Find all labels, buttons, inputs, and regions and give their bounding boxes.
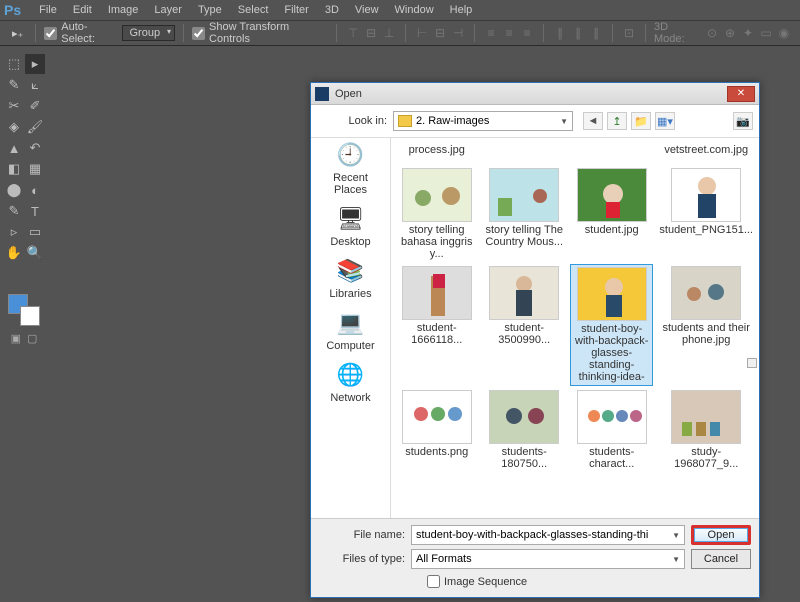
open-dialog: Open ✕ Look in: 2. Raw-images ▼ ◄ ↥ 📁 ▦▾… [310,82,760,598]
dialog-titlebar[interactable]: Open ✕ [311,83,759,105]
background-swatch[interactable] [20,306,40,326]
nav-newfolder-icon[interactable]: 📁 [631,112,651,130]
place-recent[interactable]: 🕘Recent Places [316,140,386,196]
filename-input[interactable]: student-boy-with-backpack-glasses-standi… [411,525,685,545]
mode-icons[interactable]: ⊙⊕✦▭◉ [704,25,792,41]
lookin-row: Look in: 2. Raw-images ▼ ◄ ↥ 📁 ▦▾ 📷 [311,105,759,138]
file-item[interactable]: student-1666118... [395,264,478,386]
dialog-title: Open [335,88,362,100]
file-item[interactable]: student.jpg [570,166,653,262]
ps-logo: Ps [4,2,21,18]
menubar: Ps File Edit Image Layer Type Select Fil… [0,0,800,20]
auto-select-combo[interactable]: Group [122,25,175,41]
color-swatches[interactable] [2,290,46,328]
tool-history[interactable]: ↶ [25,138,45,158]
tool-pen[interactable]: ✎ [4,201,24,221]
filetype-input[interactable]: All Formats▼ [411,549,685,569]
tool-heal[interactable]: ◈ [4,117,24,137]
file-item[interactable]: students-charact... [570,388,653,472]
place-network[interactable]: 🌐Network [316,360,386,404]
file-item [570,142,653,164]
auto-select-check[interactable]: Auto-Select: [44,21,118,45]
folder-combo[interactable]: 2. Raw-images ▼ [393,111,573,131]
distribute-group-3[interactable]: ⊡ [621,25,637,41]
tool-lasso[interactable]: ✎ [4,75,24,95]
tool-blur[interactable]: ⬤ [4,180,24,200]
menu-select[interactable]: Select [230,2,277,18]
places-bar: 🕘Recent Places 🖥Desktop 📚Libraries 💻Comp… [311,138,391,518]
place-computer[interactable]: 💻Computer [316,308,386,352]
move-tool-icon[interactable]: ▸₊ [8,23,27,43]
tool-stamp[interactable]: ▲ [4,138,24,158]
file-item[interactable]: student_PNG151... [657,166,755,262]
lookin-label: Look in: [317,115,387,127]
nav-back-icon[interactable]: ◄ [583,112,603,130]
menu-filter[interactable]: Filter [276,2,316,18]
ps-small-icon [315,87,329,101]
file-item[interactable]: story telling The Country Mous... [482,166,565,262]
file-item[interactable]: students-180750... [482,388,565,472]
tool-eyedropper[interactable]: ✐ [25,96,45,116]
tool-eraser[interactable]: ◧ [4,159,24,179]
distribute-group-1[interactable]: ≡≡≡ [483,25,535,41]
file-item-selected[interactable]: student-boy-with-backpack-glasses-standi… [570,264,653,386]
file-item[interactable]: student-3500990... [482,264,565,386]
menu-file[interactable]: File [31,2,65,18]
file-item[interactable]: vetstreet.com.jpg [657,142,755,164]
file-item [482,142,565,164]
mode-label: 3D Mode: [654,21,700,45]
close-button[interactable]: ✕ [727,86,755,102]
toolbar: ⬚ ▸ ✎ ⟀ ✂ ✐ ◈ 🖌 ▲ ↶ ◧ ▦ ⬤ ◐ ✎ T ▹ ▭ ✋ 🔍 [2,52,46,265]
folder-icon [398,115,412,127]
tool-type[interactable]: T [25,201,45,221]
cancel-button[interactable]: Cancel [691,549,751,569]
open-button[interactable]: Open [691,525,751,545]
menu-view[interactable]: View [347,2,387,18]
show-transform-check[interactable]: Show Transform Controls [192,21,328,45]
align-group-1[interactable]: ⊤⊟⊥ [345,25,397,41]
tool-dodge[interactable]: ◐ [25,180,45,200]
tool-marquee[interactable]: ⬚ [4,54,24,74]
tool-zoom[interactable]: 🔍 [25,243,45,263]
place-desktop[interactable]: 🖥Desktop [316,204,386,248]
align-group-2[interactable]: ⊢⊟⊣ [414,25,466,41]
quickmask-screenmode[interactable]: ▣▢ [4,332,44,346]
nav-up-icon[interactable]: ↥ [607,112,627,130]
tool-shape[interactable]: ▭ [25,222,45,242]
folder-name: 2. Raw-images [416,115,489,127]
menu-window[interactable]: Window [387,2,442,18]
tool-hand[interactable]: ✋ [4,243,24,263]
file-item[interactable]: students and their phone.jpg [657,264,755,386]
distribute-group-2[interactable]: ∥∥∥ [552,25,604,41]
filename-label: File name: [319,529,405,541]
nav-views-icon[interactable]: ▦▾ [655,112,675,130]
menu-image[interactable]: Image [100,2,147,18]
image-sequence-check[interactable]: Image Sequence [427,575,751,588]
filetype-label: Files of type: [319,553,405,565]
menu-edit[interactable]: Edit [65,2,100,18]
file-item[interactable]: students.png [395,388,478,472]
menu-type[interactable]: Type [190,2,230,18]
menu-help[interactable]: Help [442,2,481,18]
file-item[interactable]: study-1968077_9... [657,388,755,472]
tool-gradient[interactable]: ▦ [25,159,45,179]
tool-quickselect[interactable]: ⟀ [25,75,45,95]
tool-crop[interactable]: ✂ [4,96,24,116]
tool-path[interactable]: ▹ [4,222,24,242]
file-item[interactable]: story telling bahasa inggris y... [395,166,478,262]
options-bar: ▸₊ Auto-Select: Group Show Transform Con… [0,20,800,46]
combo-arrow-icon: ▼ [560,117,568,126]
nav-thumb-icon[interactable]: 📷 [733,112,753,130]
file-item[interactable]: process.jpg [395,142,478,164]
dialog-body: 🕘Recent Places 🖥Desktop 📚Libraries 💻Comp… [311,138,759,518]
menu-layer[interactable]: Layer [146,2,190,18]
scroll-indicator[interactable] [747,358,757,368]
tool-move[interactable]: ▸ [25,54,45,74]
file-browser[interactable]: process.jpg vetstreet.com.jpg story tell… [391,138,759,518]
place-libraries[interactable]: 📚Libraries [316,256,386,300]
menu-3d[interactable]: 3D [317,2,347,18]
dialog-bottom: File name: student-boy-with-backpack-gla… [311,518,759,594]
tool-brush[interactable]: 🖌 [25,117,45,137]
